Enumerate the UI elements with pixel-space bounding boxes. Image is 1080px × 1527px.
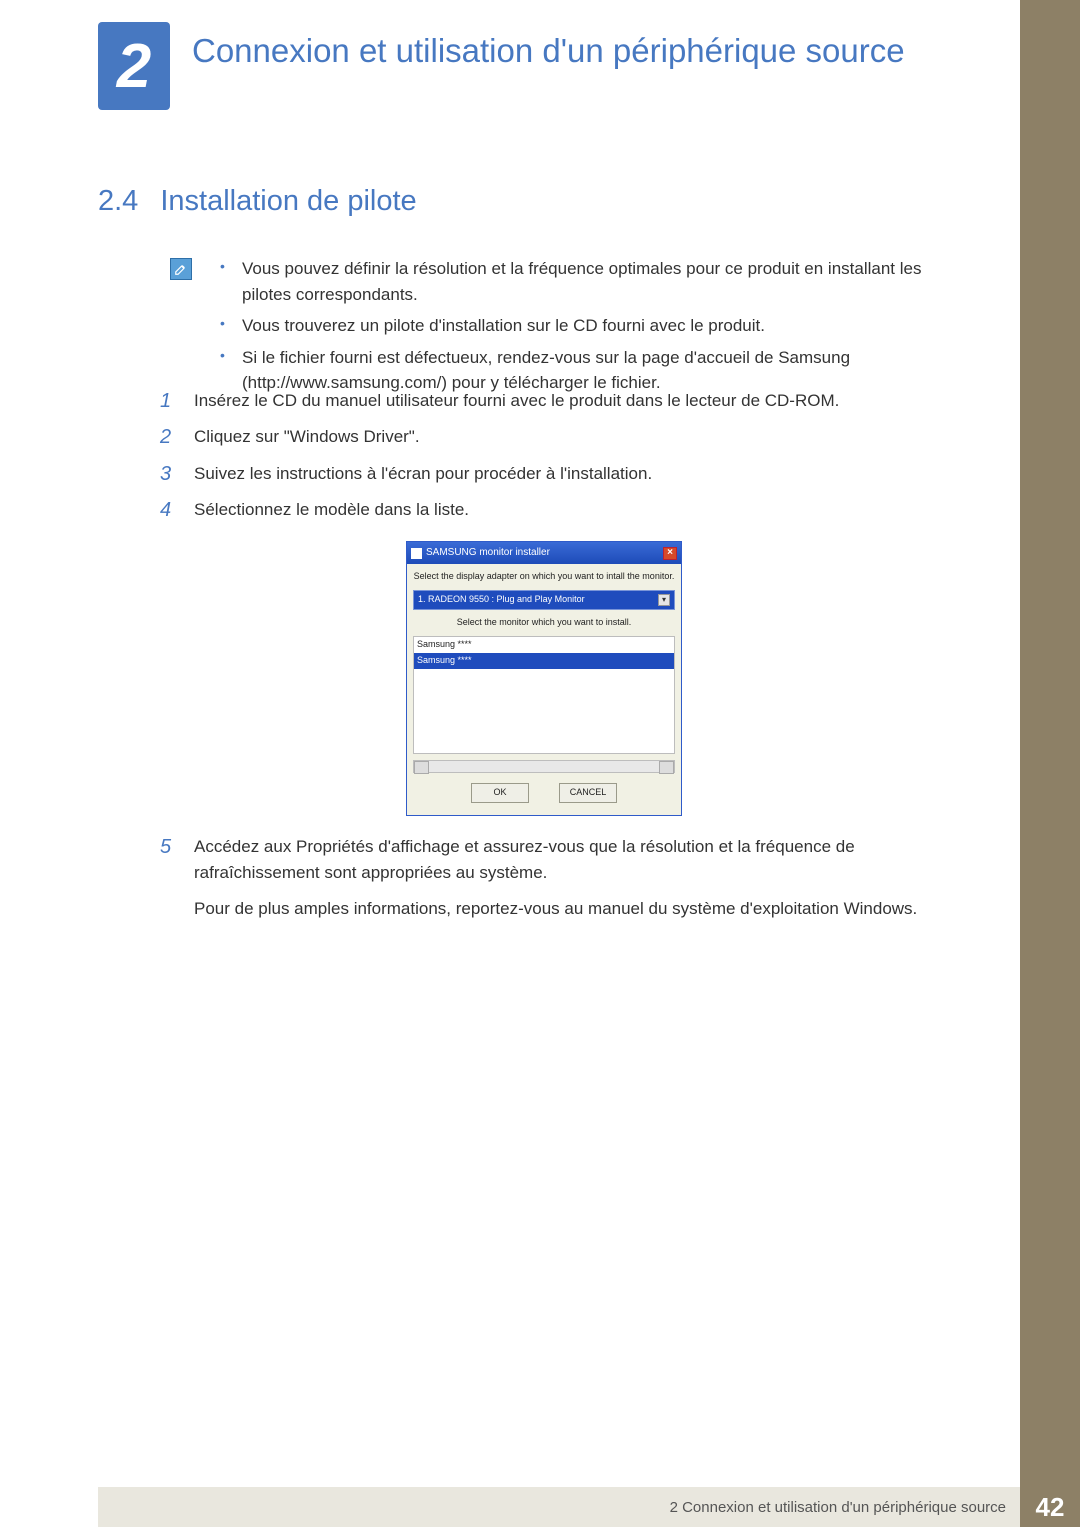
step-text: Accédez aux Propriétés d'affichage et as… [194, 837, 855, 882]
step-text: Insérez le CD du manuel utilisateur four… [194, 391, 839, 410]
pencil-note-icon [170, 258, 192, 280]
step-text: Suivez les instructions à l'écran pour p… [194, 464, 652, 483]
step-text: Cliquez sur "Windows Driver". [194, 427, 420, 446]
dialog-titlebar: SAMSUNG monitor installer × [407, 542, 681, 564]
section-title: Installation de pilote [160, 185, 416, 217]
note-item: Vous trouverez un pilote d'installation … [220, 313, 970, 339]
note-list: Vous pouvez définir la résolution et la … [220, 256, 970, 396]
footer-text: 2 Connexion et utilisation d'un périphér… [670, 1499, 1006, 1516]
step-item: 2 Cliquez sur "Windows Driver". [160, 424, 970, 450]
step-list: 1 Insérez le CD du manuel utilisateur fo… [160, 388, 970, 933]
note-item: Vous pouvez définir la résolution et la … [220, 256, 970, 307]
list-item[interactable]: Samsung **** [414, 653, 674, 669]
close-icon[interactable]: × [663, 547, 677, 560]
list-item[interactable]: Samsung **** [414, 637, 674, 653]
section-heading: 2.4 Installation de pilote [98, 185, 417, 218]
step-number: 1 [160, 386, 171, 417]
step-number: 5 [160, 832, 171, 863]
dialog-instruction: Select the display adapter on which you … [407, 564, 681, 590]
step-item: 5 Accédez aux Propriétés d'affichage et … [160, 834, 970, 887]
monitor-listbox[interactable]: Samsung **** Samsung **** [413, 636, 675, 754]
dialog-instruction: Select the monitor which you want to ins… [407, 610, 681, 636]
section-number: 2.4 [98, 185, 138, 217]
horizontal-scrollbar[interactable] [413, 760, 675, 773]
step-item: Pour de plus amples informations, report… [160, 896, 970, 922]
app-icon [411, 548, 422, 559]
chapter-number-badge: 2 [98, 22, 170, 110]
step-text: Sélectionnez le modèle dans la liste. [194, 500, 469, 519]
page-number: 42 [1020, 1487, 1080, 1527]
step-item: 4 Sélectionnez le modèle dans la liste. … [160, 497, 970, 816]
step-number: 4 [160, 495, 171, 526]
cancel-button[interactable]: CANCEL [559, 783, 617, 803]
installer-dialog: SAMSUNG monitor installer × Select the d… [406, 541, 682, 815]
dropdown-value: 1. RADEON 9550 : Plug and Play Monitor [418, 593, 585, 607]
step-number: 3 [160, 459, 171, 490]
adapter-dropdown[interactable]: 1. RADEON 9550 : Plug and Play Monitor ▾ [413, 590, 675, 610]
chapter-title: Connexion et utilisation d'un périphériq… [192, 30, 905, 71]
ok-button[interactable]: OK [471, 783, 529, 803]
step-item: 1 Insérez le CD du manuel utilisateur fo… [160, 388, 970, 414]
dialog-title: SAMSUNG monitor installer [426, 545, 550, 561]
page-footer: 2 Connexion et utilisation d'un périphér… [0, 1487, 1080, 1527]
step-number: 2 [160, 422, 171, 453]
side-stripe [1020, 0, 1080, 1527]
step-item: 3 Suivez les instructions à l'écran pour… [160, 461, 970, 487]
footer-bar: 2 Connexion et utilisation d'un périphér… [98, 1487, 1020, 1527]
note-block: Vous pouvez définir la résolution et la … [170, 256, 970, 402]
step-text: Pour de plus amples informations, report… [194, 899, 917, 918]
chevron-down-icon[interactable]: ▾ [658, 594, 670, 606]
dialog-button-row: OK CANCEL [407, 773, 681, 815]
